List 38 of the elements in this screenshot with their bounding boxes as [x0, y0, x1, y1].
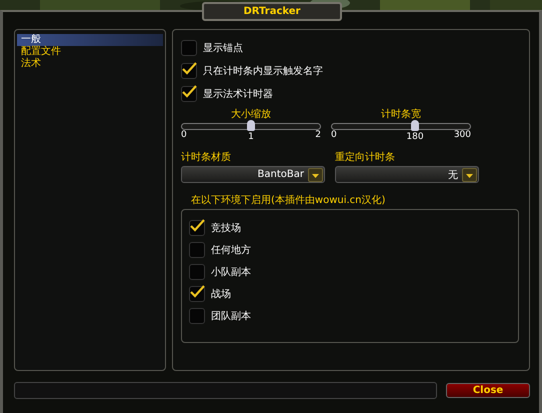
slider-max: 2 — [315, 130, 321, 142]
slider-track[interactable] — [331, 123, 471, 130]
slider-min: 0 — [331, 130, 337, 142]
window-title: DRTracker — [202, 2, 342, 21]
slider-label: 计时条宽 — [380, 108, 422, 121]
checkbox[interactable] — [189, 308, 205, 324]
checkbox[interactable] — [181, 40, 197, 56]
dropdown-label: 计时条材质 — [181, 150, 232, 164]
option-label: 小队副本 — [211, 266, 251, 279]
option-label: 战场 — [211, 288, 231, 301]
slider-min: 0 — [181, 130, 187, 142]
sidebar-item[interactable]: 配置文件 — [17, 46, 163, 58]
dropdown-label: 重定向计时条 — [335, 150, 396, 164]
option-label: 竞技场 — [211, 222, 241, 235]
slider-thumb[interactable] — [410, 120, 419, 131]
checkbox[interactable] — [181, 86, 197, 102]
checkbox[interactable] — [189, 286, 205, 302]
checkbox[interactable] — [189, 264, 205, 280]
slider-track[interactable] — [181, 123, 321, 130]
slider-value: 1 — [248, 132, 254, 142]
checkbox[interactable] — [189, 242, 205, 258]
slider-label: 大小缩放 — [230, 108, 272, 121]
sidebar-item[interactable]: 一般 — [17, 34, 163, 46]
group-title: 在以下环境下启用(本插件由wowui.cn汉化) — [191, 194, 386, 207]
checkbox[interactable] — [181, 62, 197, 78]
sidebar-item[interactable]: 法术 — [17, 58, 163, 70]
option-label: 显示法术计时器 — [203, 88, 273, 100]
option-label: 任何地方 — [211, 244, 251, 257]
option-label: 显示锚点 — [203, 42, 243, 54]
dropdown[interactable]: 无 — [335, 166, 479, 183]
slider-max: 300 — [454, 130, 471, 142]
close-button[interactable]: Close — [446, 383, 530, 398]
option-label: 只在计时条内显示触发名字 — [203, 64, 323, 78]
option-label: 团队副本 — [211, 310, 251, 323]
slider-thumb[interactable] — [247, 120, 255, 131]
slider-value: 180 — [406, 132, 424, 142]
checkbox[interactable] — [189, 220, 205, 236]
dropdown[interactable]: BantoBar — [181, 166, 325, 183]
